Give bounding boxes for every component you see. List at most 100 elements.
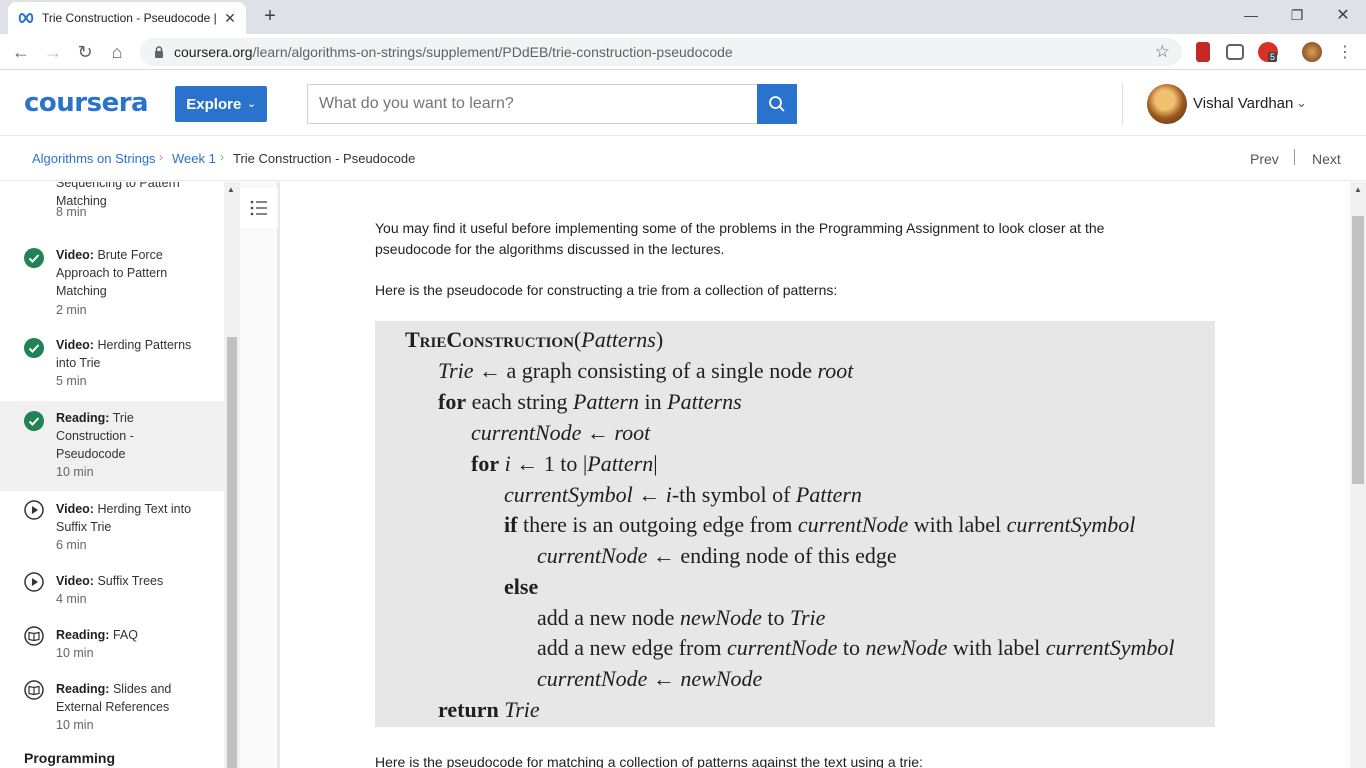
list-item[interactable]: Video: Herding Patterns into Trie 5 min: [0, 334, 224, 400]
explore-button[interactable]: Explore ⌄: [175, 86, 267, 122]
check-circle-icon: [24, 411, 44, 431]
url-host: coursera.org: [174, 44, 253, 60]
item-duration: 8 min: [56, 205, 87, 219]
play-circle-icon: [24, 572, 44, 592]
scrollbar-thumb[interactable]: [227, 337, 237, 768]
window-close-icon[interactable]: ✕: [1320, 0, 1366, 30]
item-title: Video: Herding Text into Suffix Trie: [56, 502, 192, 534]
item-duration: 4 min: [56, 592, 87, 606]
item-duration: 10 min: [56, 646, 94, 660]
restore-icon[interactable]: ❐: [1274, 0, 1320, 30]
next-link[interactable]: Next: [1312, 151, 1341, 167]
chevron-down-icon: ⌄: [247, 98, 256, 110]
item-duration: 6 min: [56, 538, 87, 552]
header-divider: [1122, 83, 1123, 125]
home-icon[interactable]: ⌂: [106, 41, 128, 63]
user-name[interactable]: Vishal Vardhan: [1193, 95, 1293, 112]
pseudocode-line: for each string Pattern in Patterns: [438, 389, 742, 414]
prev-link[interactable]: Prev: [1250, 151, 1279, 167]
reload-icon[interactable]: ↻: [74, 41, 96, 63]
search-input[interactable]: [307, 84, 757, 124]
list-item[interactable]: Video: Suffix Trees 4 min: [0, 572, 224, 620]
course-sidebar: Sequencing to Pattern Matching 8 min Vid…: [0, 182, 224, 768]
play-circle-icon: [24, 500, 44, 520]
pseudocode-line: TrieConstruction(Patterns): [405, 327, 664, 352]
profile-icon[interactable]: [1302, 42, 1322, 62]
chevron-down-icon[interactable]: ⌄: [1296, 95, 1307, 111]
new-tab-icon[interactable]: +: [260, 6, 280, 26]
menu-dots-icon[interactable]: ⋮: [1334, 41, 1356, 63]
scroll-up-icon[interactable]: ▲: [1354, 185, 1362, 194]
list-icon: [250, 200, 267, 216]
pseudocode-line: return Trie: [438, 697, 540, 722]
avatar[interactable]: [1147, 84, 1187, 124]
list-item[interactable]: Reading: Slides and External References …: [0, 680, 224, 746]
back-icon[interactable]: ←: [10, 41, 32, 63]
list-item[interactable]: Reading: FAQ 10 min: [0, 626, 224, 674]
url-path: /learn/algorithms-on-strings/supplement/…: [252, 44, 733, 60]
breadcrumb-course[interactable]: Algorithms on Strings: [32, 151, 156, 166]
breadcrumb-current: Trie Construction - Pseudocode: [233, 151, 416, 166]
address-bar[interactable]: coursera.org/learn/algorithms-on-strings…: [140, 38, 1182, 66]
pseudocode-line: for i ← 1 to |Pattern|: [471, 451, 658, 476]
pseudocode-line: currentNode ← ending node of this edge: [537, 543, 897, 568]
list-item[interactable]: Sequencing to Pattern Matching 8 min: [0, 182, 224, 234]
item-title: Reading: Slides and External References: [56, 682, 172, 714]
prev-next-divider: [1294, 149, 1295, 165]
lead-paragraph: Here is the pseudocode for constructing …: [375, 282, 838, 298]
check-circle-icon: [24, 338, 44, 358]
pseudocode-line: currentSymbol ← i-th symbol of Pattern: [504, 482, 862, 507]
list-item[interactable]: Video: Herding Text into Suffix Trie 6 m…: [0, 500, 224, 566]
bookmark-ext-icon[interactable]: [1196, 42, 1210, 62]
lock-icon: [155, 46, 163, 58]
pseudocode-line: add a new edge from currentNode to newNo…: [537, 635, 1175, 660]
pseudocode-line: currentNode ← newNode: [537, 666, 763, 691]
item-title: Video: Herding Patterns into Trie: [56, 338, 192, 370]
extension-icon[interactable]: 5: [1258, 42, 1278, 62]
minimize-icon[interactable]: —: [1228, 0, 1274, 30]
coursera-infinity-icon: [18, 10, 34, 26]
chevron-right-icon: ›: [220, 150, 224, 164]
list-item-active[interactable]: Reading: Trie Construction - Pseudocode …: [0, 401, 224, 491]
coursera-logo[interactable]: coursera: [24, 88, 149, 118]
item-duration: 10 min: [56, 465, 94, 479]
forward-icon[interactable]: →: [42, 41, 64, 63]
breadcrumb-week[interactable]: Week 1: [172, 151, 216, 166]
item-title: Reading: FAQ: [56, 628, 138, 642]
intro-paragraph: You may find it useful before implementi…: [375, 220, 1105, 257]
scrollbar-thumb[interactable]: [1352, 216, 1364, 484]
tab-title: Trie Construction - Pseudocode |: [42, 11, 217, 25]
chevron-right-icon: ›: [159, 150, 163, 164]
toc-column: [240, 182, 280, 768]
sidebar-scrollbar[interactable]: ▲: [224, 182, 240, 768]
item-title: Reading: Trie Construction - Pseudocode: [56, 411, 134, 461]
breadcrumb: Algorithms on Strings › Week 1 › Trie Co…: [0, 137, 1366, 181]
pseudocode-line: if there is an outgoing edge from curren…: [504, 512, 1136, 537]
item-duration: 10 min: [56, 718, 94, 732]
list-item[interactable]: Video: Brute Force Approach to Pattern M…: [0, 244, 224, 326]
section-heading[interactable]: Programming: [24, 750, 115, 766]
pocket-icon[interactable]: [1226, 44, 1244, 60]
pseudocode-block: TrieConstruction(Patterns) Trie ← a grap…: [375, 321, 1215, 727]
close-tab-icon[interactable]: ✕: [222, 10, 238, 26]
reading-content: You may find it useful before implementi…: [283, 182, 1350, 768]
book-icon: [24, 680, 44, 700]
book-icon: [24, 626, 44, 646]
toc-button[interactable]: [240, 188, 278, 228]
pseudocode-line: Trie ← a graph consisting of a single no…: [438, 358, 854, 383]
browser-tabstrip: Trie Construction - Pseudocode | ✕ + — ❐…: [0, 0, 1366, 34]
content-scrollbar[interactable]: ▲: [1350, 182, 1366, 768]
item-duration: 2 min: [56, 303, 87, 317]
bookmark-star-icon[interactable]: ☆: [1155, 42, 1170, 62]
item-title: Video: Brute Force Approach to Pattern M…: [56, 248, 168, 298]
pseudocode-line: currentNode ← root: [471, 420, 651, 445]
item-title: Video: Suffix Trees: [56, 574, 164, 588]
search-button[interactable]: [757, 84, 797, 124]
scroll-up-icon[interactable]: ▲: [227, 185, 235, 194]
pseudocode-line: else: [504, 574, 539, 599]
search-icon: [769, 96, 785, 112]
extension-badge: 5: [1268, 52, 1278, 62]
explore-label: Explore: [186, 95, 242, 113]
browser-tab[interactable]: Trie Construction - Pseudocode | ✕: [8, 2, 246, 34]
pseudocode-line: add a new node newNode to Trie: [537, 605, 826, 630]
